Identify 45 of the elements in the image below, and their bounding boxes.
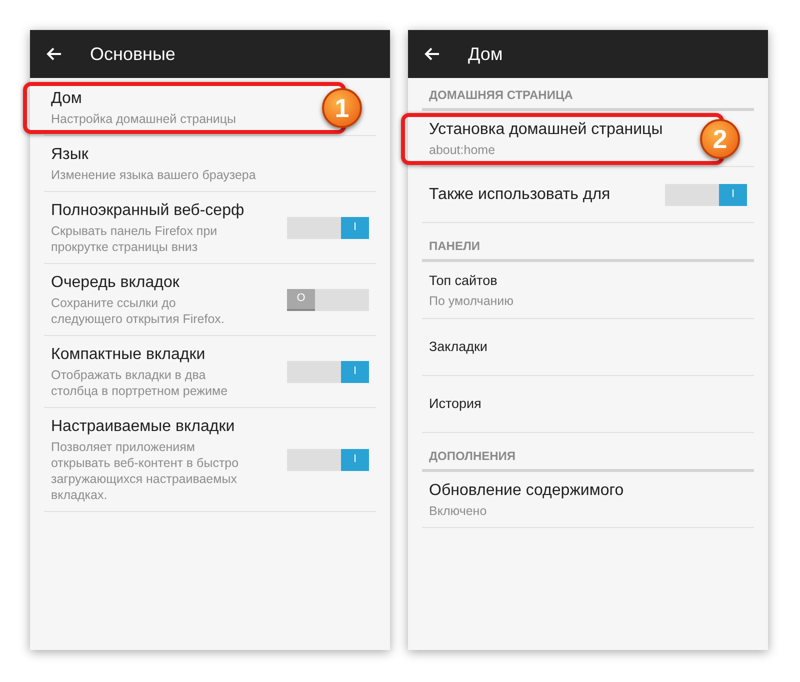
screen-title: Дом <box>468 42 503 66</box>
back-icon[interactable] <box>46 45 64 63</box>
row-title: Очередь вкладок <box>51 273 180 293</box>
row-subtitle: Позволяет приложениям открывать веб-контент в быстро загружающихся настраиваемых вкладках. <box>51 439 240 503</box>
row-title: Компактные вкладки <box>51 345 206 365</box>
step-number-badge: 2 <box>700 119 740 159</box>
row-title: Установка домашней страницы <box>429 120 663 140</box>
settings-row[interactable]: Очередь вкладок Сохраните ссылки до следующего открытия Firefox. O <box>44 264 376 336</box>
settings-row[interactable]: Обновление содержимого Включено <box>422 472 754 528</box>
settings-row[interactable]: Закладки <box>422 319 754 376</box>
settings-row[interactable]: Компактные вкладки Отображать вкладки в два столбца в портретном режиме I <box>44 336 376 408</box>
row-subtitle: Скрывать панель Firefox при прокрутке страницы вниз <box>51 223 218 255</box>
row-title: Язык <box>51 145 88 165</box>
row-title: Также использовать для <box>429 185 610 205</box>
toggle-knob: I <box>341 216 369 238</box>
screen-title: Основные <box>90 42 176 66</box>
settings-row[interactable]: История <box>422 376 754 433</box>
toggle-knob: I <box>341 448 369 470</box>
row-title: Полноэкранный веб-серф <box>51 201 244 221</box>
section-header: ДОМАШНЯЯ СТРАНИЦА <box>429 87 574 104</box>
toggle-knob: I <box>341 360 369 382</box>
section-header: ПАНЕЛИ <box>429 238 482 255</box>
row-subtitle: Включено <box>429 503 487 519</box>
toggle-knob: I <box>719 184 747 206</box>
row-subtitle: Сохраните ссылки до следующего открытия Firefox. <box>51 295 226 327</box>
back-icon[interactable] <box>424 45 442 63</box>
row-subtitle: По умолчанию <box>429 293 514 310</box>
row-subtitle: Настройка домашней страницы <box>51 111 236 127</box>
row-subtitle: Изменение языка вашего браузера <box>51 167 256 183</box>
row-title: Закладки <box>429 338 488 356</box>
settings-row[interactable]: Также использовать для I <box>422 167 754 223</box>
row-title: Обновление содержимого <box>429 481 624 501</box>
row-subtitle: Отображать вкладки в два столбца в портретном режиме <box>51 367 229 399</box>
row-title: Дом <box>51 89 82 109</box>
row-title: История <box>429 394 482 413</box>
settings-row[interactable]: Настраиваемые вкладки Позволяет приложениям открывать веб-контент в быстро загружающихся настраиваемых вкладках. I <box>44 408 376 512</box>
section-header: ДОПОЛНЕНИЯ <box>429 448 517 465</box>
step-number-badge: 1 <box>322 88 362 128</box>
toggle-knob: O <box>287 288 315 310</box>
row-title: Настраиваемые вкладки <box>51 417 235 437</box>
row-subtitle: about:home <box>429 142 496 158</box>
settings-row[interactable]: Язык Изменение языка вашего браузера <box>44 136 376 192</box>
settings-row[interactable]: Топ сайтов По умолчанию <box>422 262 754 319</box>
row-title: Топ сайтов <box>429 272 498 290</box>
settings-row[interactable]: Полноэкранный веб-серф Скрывать панель Firefox при прокрутке страницы вниз I <box>44 192 376 264</box>
